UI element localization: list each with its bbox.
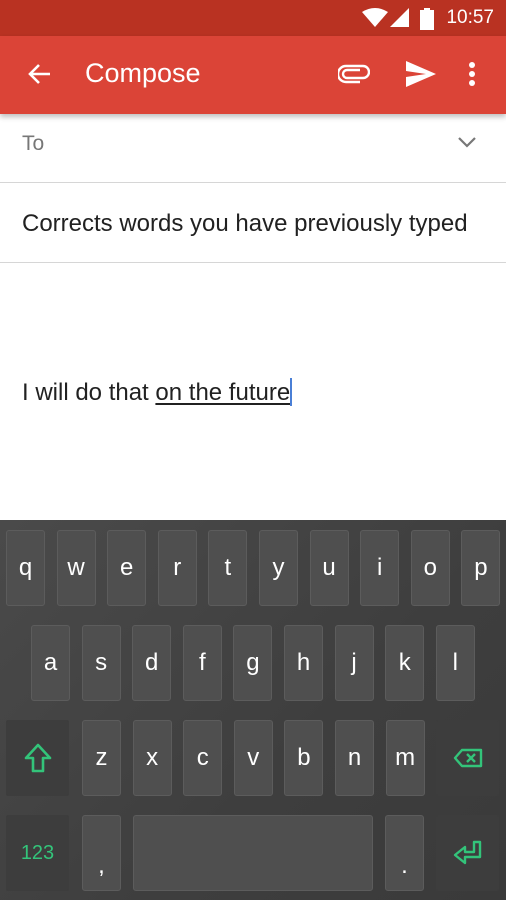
key-p[interactable]: p (461, 530, 501, 606)
comma-key[interactable]: , (82, 815, 121, 891)
key-a[interactable]: a (31, 625, 70, 701)
key-r[interactable]: r (157, 530, 197, 606)
period-key[interactable]: . (385, 815, 424, 891)
key-n[interactable]: n (335, 720, 374, 796)
key-u[interactable]: u (309, 530, 349, 606)
key-q[interactable]: q (6, 530, 45, 606)
chevron-down-icon[interactable] (458, 136, 476, 148)
attach-icon (338, 64, 370, 84)
key-g[interactable]: g (233, 625, 273, 701)
key-b[interactable]: b (284, 720, 324, 796)
back-button[interactable] (21, 56, 57, 92)
status-time: 10:57 (446, 7, 494, 28)
signal-icon (390, 8, 409, 27)
body-prefix: I will do that (22, 379, 156, 406)
enter-icon (453, 840, 481, 865)
shift-icon (24, 743, 51, 773)
app-bar: Compose (0, 36, 506, 114)
key-h[interactable]: h (284, 625, 323, 701)
key-x[interactable]: x (132, 720, 172, 796)
body-field[interactable]: I will do that on the future (0, 263, 506, 520)
key-m[interactable]: m (385, 720, 425, 796)
space-key[interactable] (133, 815, 373, 891)
key-y[interactable]: y (259, 530, 298, 606)
key-o[interactable]: o (410, 530, 450, 606)
key-z[interactable]: z (82, 720, 121, 796)
backspace-icon (453, 748, 482, 768)
attach-button[interactable] (336, 56, 372, 92)
to-label: To (22, 132, 45, 155)
key-i[interactable]: i (360, 530, 400, 606)
page-title: Compose (85, 58, 201, 88)
status-bar: 10:57 (0, 0, 506, 36)
key-t[interactable]: t (208, 530, 248, 606)
battery-icon (420, 8, 434, 30)
more-vert-icon (469, 62, 475, 86)
more-options-button[interactable] (454, 56, 490, 92)
enter-key[interactable] (436, 815, 499, 891)
key-f[interactable]: f (182, 625, 222, 701)
wifi-icon (362, 8, 388, 27)
key-c[interactable]: c (183, 720, 223, 796)
backspace-key[interactable] (436, 720, 499, 796)
to-field[interactable]: To (0, 114, 506, 183)
text-cursor (290, 378, 293, 406)
key-e[interactable]: e (107, 530, 147, 606)
numbers-key[interactable]: 123 (6, 815, 69, 891)
key-k[interactable]: k (385, 625, 425, 701)
autocorrect-suggestion: on the future (155, 379, 291, 406)
body-text: I will do that on the future (22, 378, 293, 407)
key-w[interactable]: w (56, 530, 96, 606)
key-j[interactable]: j (334, 625, 374, 701)
subject-text: Corrects words you have previously typed (22, 210, 468, 237)
key-l[interactable]: l (435, 625, 475, 701)
keyboard: 123 , . qwertyuiop asdfghjkl zxcvbnm (0, 520, 506, 900)
shift-key[interactable] (6, 720, 69, 796)
key-s[interactable]: s (81, 625, 121, 701)
key-d[interactable]: d (132, 625, 172, 701)
send-button[interactable] (403, 56, 439, 92)
send-icon (406, 61, 436, 87)
subject-field[interactable]: Corrects words you have previously typed (0, 183, 506, 263)
key-v[interactable]: v (233, 720, 273, 796)
back-arrow-icon (28, 64, 50, 84)
